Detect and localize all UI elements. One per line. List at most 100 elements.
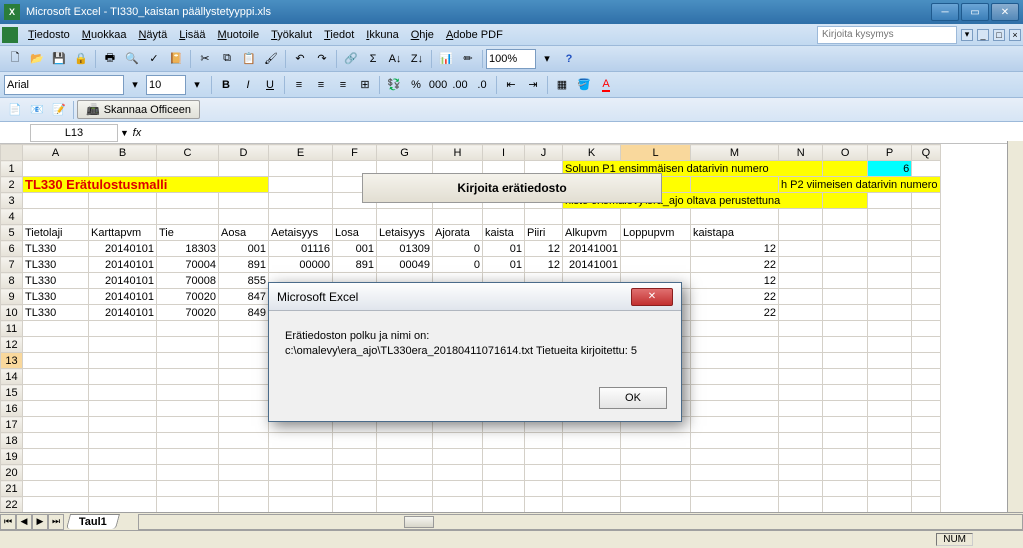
cell-B16[interactable]	[89, 401, 157, 417]
cell-F18[interactable]	[333, 433, 377, 449]
cell-C5[interactable]: Tie	[157, 225, 219, 241]
col-header-G[interactable]: G	[377, 145, 433, 161]
cell-J19[interactable]	[525, 449, 563, 465]
font-color-icon[interactable]: A	[596, 75, 616, 95]
cell-D3[interactable]	[219, 193, 269, 209]
cell-A17[interactable]	[23, 417, 89, 433]
dialog-ok-button[interactable]: OK	[599, 387, 667, 409]
cell-K7[interactable]: 20141001	[563, 257, 621, 273]
drawing-icon[interactable]: ✏	[458, 49, 478, 69]
cell-Q6[interactable]	[912, 241, 940, 257]
cell-O9[interactable]	[823, 289, 867, 305]
cell-D22[interactable]	[219, 497, 269, 513]
cell-M20[interactable]	[691, 465, 779, 481]
row-header-21[interactable]: 21	[1, 481, 23, 497]
row-header-20[interactable]: 20	[1, 465, 23, 481]
spellcheck-icon[interactable]: ✓	[144, 49, 164, 69]
name-box-dropdown-icon[interactable]: ▼	[120, 128, 129, 138]
cut-icon[interactable]: ✂	[195, 49, 215, 69]
cell-N9[interactable]	[779, 289, 823, 305]
save-icon[interactable]: 💾	[49, 49, 69, 69]
cell-P16[interactable]	[867, 401, 911, 417]
cell-J7[interactable]: 12	[525, 257, 563, 273]
cell-M9[interactable]: 22	[691, 289, 779, 305]
close-button[interactable]: ✕	[991, 3, 1019, 21]
cell-I6[interactable]: 01	[483, 241, 525, 257]
format-painter-icon[interactable]: 🖌	[261, 49, 281, 69]
cell-M6[interactable]: 12	[691, 241, 779, 257]
row-header-4[interactable]: 4	[1, 209, 23, 225]
row-header-12[interactable]: 12	[1, 337, 23, 353]
cell-A2[interactable]: TL330 Erätulostusmalli	[23, 177, 269, 193]
cell-O5[interactable]	[823, 225, 867, 241]
cell-G4[interactable]	[377, 209, 433, 225]
menu-adobe pdf[interactable]: Adobe PDF	[440, 27, 509, 43]
cell-N4[interactable]	[779, 209, 823, 225]
autosum-icon[interactable]: Σ	[363, 49, 383, 69]
cell-A8[interactable]: TL330	[23, 273, 89, 289]
cell-M17[interactable]	[691, 417, 779, 433]
cell-N7[interactable]	[779, 257, 823, 273]
cell-A1[interactable]	[23, 161, 89, 177]
cell-J4[interactable]	[525, 209, 563, 225]
col-header-N[interactable]: N	[779, 145, 823, 161]
cell-B10[interactable]: 20140101	[89, 305, 157, 321]
cell-C7[interactable]: 70004	[157, 257, 219, 273]
cell-P15[interactable]	[867, 385, 911, 401]
cell-I19[interactable]	[483, 449, 525, 465]
italic-icon[interactable]: I	[238, 75, 258, 95]
cell-O22[interactable]	[823, 497, 867, 513]
cell-E19[interactable]	[269, 449, 333, 465]
sort-desc-icon[interactable]: Z↓	[407, 49, 427, 69]
cell-D7[interactable]: 891	[219, 257, 269, 273]
scan-to-office-button[interactable]: 📠 Skannaa Officeen	[77, 100, 200, 119]
cell-J20[interactable]	[525, 465, 563, 481]
col-header-E[interactable]: E	[269, 145, 333, 161]
decrease-decimal-icon[interactable]: .0	[472, 75, 492, 95]
cell-B3[interactable]	[89, 193, 157, 209]
formula-input[interactable]	[145, 127, 1023, 139]
cell-C6[interactable]: 18303	[157, 241, 219, 257]
cell-H6[interactable]: 0	[433, 241, 483, 257]
row-header-11[interactable]: 11	[1, 321, 23, 337]
col-header-L[interactable]: L	[621, 145, 691, 161]
cell-Q22[interactable]	[912, 497, 940, 513]
col-header-A[interactable]: A	[23, 145, 89, 161]
cell-F6[interactable]: 001	[333, 241, 377, 257]
cell-I18[interactable]	[483, 433, 525, 449]
cell-J22[interactable]	[525, 497, 563, 513]
cell-K20[interactable]	[563, 465, 621, 481]
cell-B12[interactable]	[89, 337, 157, 353]
cell-M2[interactable]	[691, 177, 779, 193]
cell-Q4[interactable]	[912, 209, 940, 225]
cell-N15[interactable]	[779, 385, 823, 401]
cell-B19[interactable]	[89, 449, 157, 465]
cell-A18[interactable]	[23, 433, 89, 449]
cell-B22[interactable]	[89, 497, 157, 513]
cell-C15[interactable]	[157, 385, 219, 401]
cell-I4[interactable]	[483, 209, 525, 225]
cell-K19[interactable]	[563, 449, 621, 465]
row-header-18[interactable]: 18	[1, 433, 23, 449]
tab-nav-last-icon[interactable]: ⏭	[48, 514, 64, 530]
cell-K21[interactable]	[563, 481, 621, 497]
cell-N8[interactable]	[779, 273, 823, 289]
cell-Q11[interactable]	[912, 321, 940, 337]
col-header-H[interactable]: H	[433, 145, 483, 161]
cell-Q8[interactable]	[912, 273, 940, 289]
col-header-M[interactable]: M	[691, 145, 779, 161]
cell-H18[interactable]	[433, 433, 483, 449]
open-icon[interactable]: 📂	[27, 49, 47, 69]
menu-ikkuna[interactable]: Ikkuna	[360, 27, 404, 43]
cell-Q15[interactable]	[912, 385, 940, 401]
col-header-C[interactable]: C	[157, 145, 219, 161]
cell-A12[interactable]	[23, 337, 89, 353]
cell-B9[interactable]: 20140101	[89, 289, 157, 305]
help-icon[interactable]: ?	[559, 49, 579, 69]
cell-G6[interactable]: 01309	[377, 241, 433, 257]
name-box[interactable]	[30, 124, 118, 142]
cell-O4[interactable]	[823, 209, 867, 225]
cell-E21[interactable]	[269, 481, 333, 497]
cell-E22[interactable]	[269, 497, 333, 513]
menu-ohje[interactable]: Ohje	[405, 27, 440, 43]
